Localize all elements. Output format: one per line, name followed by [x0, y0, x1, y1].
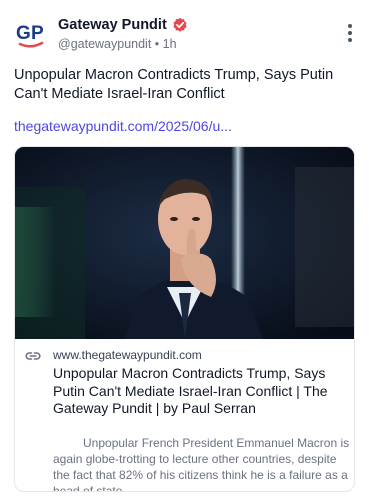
- post-link[interactable]: thegatewaypundit.com/2025/06/u...: [14, 118, 232, 134]
- link-icon: [25, 352, 41, 360]
- post-header: G P Gateway Pundit @gatewaypundit • 1h: [14, 14, 359, 54]
- link-preview-card[interactable]: www.thegatewaypundit.com Unpopular Macro…: [14, 146, 355, 492]
- svg-text:P: P: [31, 23, 44, 44]
- post-text: Unpopular Macron Contradicts Trump, Says…: [14, 67, 334, 102]
- meta-separator: •: [154, 37, 160, 51]
- author-name[interactable]: Gateway Pundit: [58, 17, 167, 33]
- card-image[interactable]: [15, 147, 354, 339]
- svg-text:G: G: [16, 23, 30, 44]
- author-block: Gateway Pundit @gatewaypundit • 1h: [58, 16, 188, 51]
- avatar[interactable]: G P: [14, 16, 48, 50]
- card-body: www.thegatewaypundit.com Unpopular Macro…: [15, 339, 354, 492]
- card-title[interactable]: Unpopular Macron Contradicts Trump, Says…: [53, 365, 349, 418]
- post-card: G P Gateway Pundit @gatewaypundit • 1h U…: [0, 0, 369, 500]
- author-meta: @gatewaypundit • 1h: [58, 37, 188, 51]
- card-description: Unpopular French President Emmanuel Macr…: [53, 436, 350, 492]
- verified-badge-icon: [173, 17, 187, 32]
- author-handle[interactable]: @gatewaypundit: [58, 37, 151, 51]
- post-time[interactable]: 1h: [163, 37, 177, 51]
- card-domain: www.thegatewaypundit.com: [53, 348, 202, 362]
- more-options-icon[interactable]: [345, 24, 355, 42]
